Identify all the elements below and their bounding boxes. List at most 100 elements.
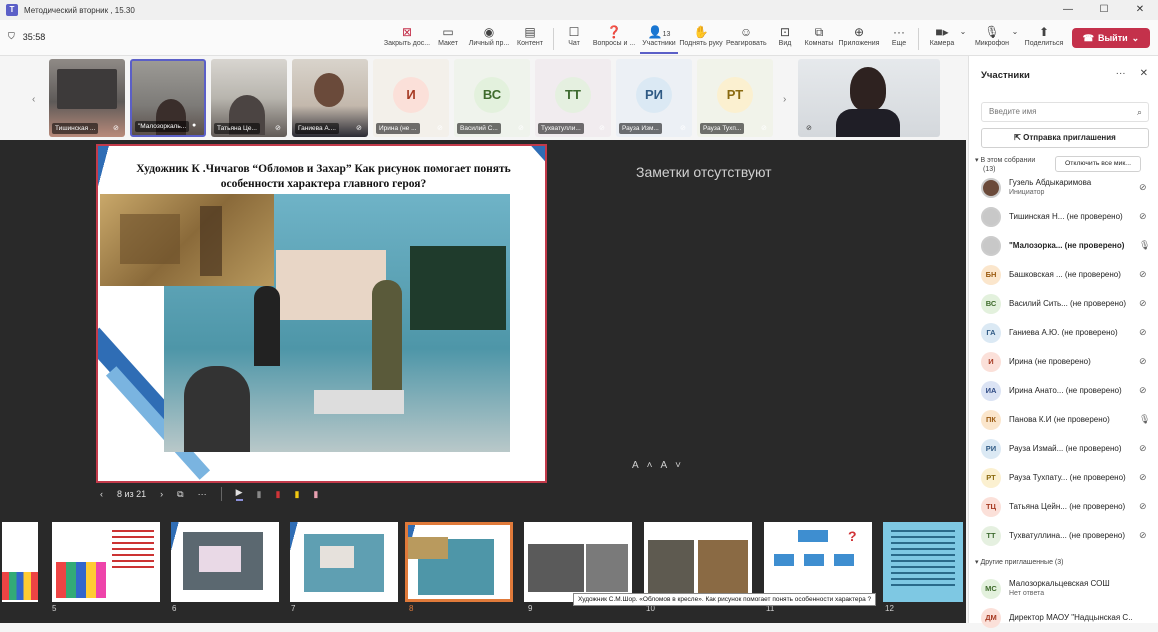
raise-hand-button[interactable]: ✋ Поднять руку — [679, 24, 723, 54]
prev-slide-icon[interactable]: ‹ — [100, 489, 103, 499]
mic-off-icon[interactable]: ⊘ — [1139, 298, 1147, 309]
react-button[interactable]: ☺ Реагировать — [726, 24, 767, 54]
video-tile-active-speaker[interactable]: "Малозоркаль... ● — [130, 59, 206, 137]
mic-off-icon[interactable]: ⊘ — [1139, 530, 1147, 541]
mic-off-icon[interactable]: ⊘ — [1139, 211, 1147, 222]
mic-options-button[interactable]: ⌄ — [1010, 24, 1020, 54]
pen-red-icon[interactable]: ▮ — [275, 489, 280, 500]
slide-thumbnail[interactable] — [171, 522, 279, 602]
avatar-tile[interactable]: РТ Рауза Тухп... ⊘ — [697, 59, 773, 137]
participant-row[interactable]: РТ Рауза Тухпату... (не проверено) ⊘ — [981, 463, 1157, 492]
thumb-graphic — [804, 554, 824, 566]
leave-button[interactable]: ☎ Выйти ⌄ — [1072, 28, 1150, 48]
avatar-tile[interactable]: РИ Рауза Изм... ⊘ — [616, 59, 692, 137]
avatar-tile[interactable]: И Ирина (не ... ⊘ — [373, 59, 449, 137]
in-meeting-section-header[interactable]: ▾ В этом собрании (13) — [975, 156, 1035, 174]
rooms-button[interactable]: ⧉ Комнаты — [804, 24, 834, 54]
avatar: РТ — [717, 77, 753, 113]
eraser-icon[interactable]: ▮ — [313, 489, 318, 500]
mic-on-icon[interactable]: 🎙 — [1139, 240, 1150, 251]
participant-row[interactable]: ПК Панова К.И (не проверено) 🎙 — [981, 405, 1157, 434]
invitee-row[interactable]: МС Малозоркальцевская СОШ Нет ответа — [981, 574, 1157, 603]
pointer-tool-icon[interactable]: ▶ — [235, 487, 243, 501]
avatar: ДМ — [981, 607, 1001, 628]
thumb-graphic — [774, 554, 794, 566]
font-increase-button[interactable]: A˄ — [632, 460, 661, 471]
participants-button[interactable]: 👤13 Участники — [640, 24, 678, 54]
chat-button[interactable]: ☐ Чат — [563, 24, 585, 54]
participant-row[interactable]: "Малозорка... (не проверено) 🎙 — [981, 231, 1157, 260]
more-button[interactable]: ··· Еще — [890, 24, 908, 54]
slide-thumbnail[interactable] — [524, 522, 632, 602]
mic-off-icon[interactable]: ⊘ — [1139, 327, 1147, 338]
apps-button[interactable]: ⊕ Приложения — [838, 24, 880, 54]
pen-gray-icon[interactable]: ▮ — [257, 489, 262, 500]
video-tile[interactable]: Татьяна Це... ⊘ — [211, 59, 287, 137]
close-window-icon[interactable]: ✕ — [1122, 0, 1158, 20]
participant-row[interactable]: ГА Ганиева А.Ю. (не проверено) ⊘ — [981, 318, 1157, 347]
slide-thumbnail[interactable] — [883, 522, 963, 602]
close-panel-icon[interactable]: ✕ — [1140, 68, 1148, 79]
mic-off-icon[interactable]: ⊘ — [1139, 501, 1147, 512]
invitee-row[interactable]: ДМ Директор МАОУ "Надцынская С... — [981, 603, 1157, 632]
slide-thumbnail[interactable] — [644, 522, 752, 602]
layout-button[interactable]: ▭ Макет — [434, 24, 462, 54]
grid-view-icon[interactable]: ⧉ — [177, 489, 183, 500]
stop-sharing-button[interactable]: ⊠ Закрыть дос... — [382, 24, 432, 54]
gallery-next-icon[interactable]: › — [783, 94, 786, 105]
mute-all-button[interactable]: Отключить все мик... — [1055, 156, 1141, 172]
participant-row[interactable]: ИА Ирина Анато... (не проверено) ⊘ — [981, 376, 1157, 405]
participant-row[interactable]: РИ Рауза Измай... (не проверено) ⊘ — [981, 434, 1157, 463]
participant-row[interactable]: И Ирина (не проверено) ⊘ — [981, 347, 1157, 376]
share-button[interactable]: ⬆ Поделиться — [1024, 24, 1064, 54]
maximize-icon[interactable]: ☐ — [1086, 0, 1122, 20]
camera-options-button[interactable]: ⌄ — [958, 24, 968, 54]
slide-thumbnail[interactable] — [290, 522, 398, 602]
mic-off-icon[interactable]: ⊘ — [1139, 385, 1147, 396]
participant-row[interactable]: Тишинская Н... (не проверено) ⊘ — [981, 202, 1157, 231]
font-decrease-button[interactable]: A˅ — [661, 460, 690, 471]
self-view-tile[interactable]: ⊘ — [798, 59, 940, 137]
participant-search-input[interactable]: Введите имя ⌕ — [981, 102, 1149, 122]
mic-off-icon[interactable]: ⊘ — [1139, 443, 1147, 454]
slide-thumbnail[interactable] — [2, 522, 38, 602]
other-invitees-section-header[interactable]: ▾ Другие приглашенные (3) — [975, 558, 1063, 566]
mic-off-icon: ⊘ — [806, 125, 812, 132]
slide-thumbnail[interactable]: ? — [764, 522, 872, 602]
people-icon: 👤13 — [647, 25, 671, 39]
avatar: И — [393, 77, 429, 113]
participant-row[interactable]: Гузель Абдыкаримова Инициатор ⊘ — [981, 173, 1157, 202]
more-options-icon[interactable]: ··· — [1116, 68, 1126, 79]
mic-off-icon[interactable]: ⊘ — [1139, 356, 1147, 367]
qa-button[interactable]: ❓ Вопросы и ... — [591, 24, 637, 54]
mic-off-icon[interactable]: ⊘ — [1139, 182, 1147, 193]
participant-row[interactable]: ТТ Тухватуллина... (не проверено) ⊘ — [981, 521, 1157, 550]
mic-off-icon[interactable]: ⊘ — [1139, 472, 1147, 483]
minimize-icon[interactable]: — — [1050, 0, 1086, 20]
video-tile[interactable]: Тишинская ... ⊘ — [49, 59, 125, 137]
thumb-number: 7 — [291, 604, 296, 613]
next-slide-icon[interactable]: › — [160, 489, 163, 499]
participant-row[interactable]: ВС Василий Сить... (не проверено) ⊘ — [981, 289, 1157, 318]
view-button[interactable]: ⊡ Вид — [776, 24, 794, 54]
camera-icon: ■▸ — [935, 25, 949, 39]
mic-off-icon[interactable]: ⊘ — [1139, 269, 1147, 280]
mic-on-icon[interactable]: 🎙 — [1139, 414, 1150, 425]
camera-button[interactable]: ■▸ Камера — [928, 24, 956, 54]
private-view-button[interactable]: ◉ Личный пр... — [465, 24, 513, 54]
teacher-figure — [372, 280, 402, 390]
send-invite-button[interactable]: ⇱ Отправка приглашения — [981, 128, 1149, 148]
slide-thumbnail-current[interactable] — [405, 522, 513, 602]
participant-row[interactable]: БН Башковская ... (не проверено) ⊘ — [981, 260, 1157, 289]
avatar-tile[interactable]: ВС Василий С... ⊘ — [454, 59, 530, 137]
content-button[interactable]: ▤ Контент — [515, 24, 545, 54]
microphone-button[interactable]: 🎙 Микрофон — [974, 24, 1010, 54]
video-tile[interactable]: Ганиева А.... ⊘ — [292, 59, 368, 137]
avatar-tile[interactable]: ТТ Тухватулли... ⊘ — [535, 59, 611, 137]
more-options-icon[interactable]: ··· — [198, 489, 207, 499]
thumbnail-tooltip: Художник С.М.Шор. «Обломов в кресле». Ка… — [573, 593, 877, 606]
highlighter-icon[interactable]: ▮ — [294, 489, 299, 500]
slide-thumbnail[interactable] — [52, 522, 160, 602]
gallery-prev-icon[interactable]: ‹ — [32, 94, 35, 105]
participant-row[interactable]: ТЦ Татьяна Цейн... (не проверено) ⊘ — [981, 492, 1157, 521]
